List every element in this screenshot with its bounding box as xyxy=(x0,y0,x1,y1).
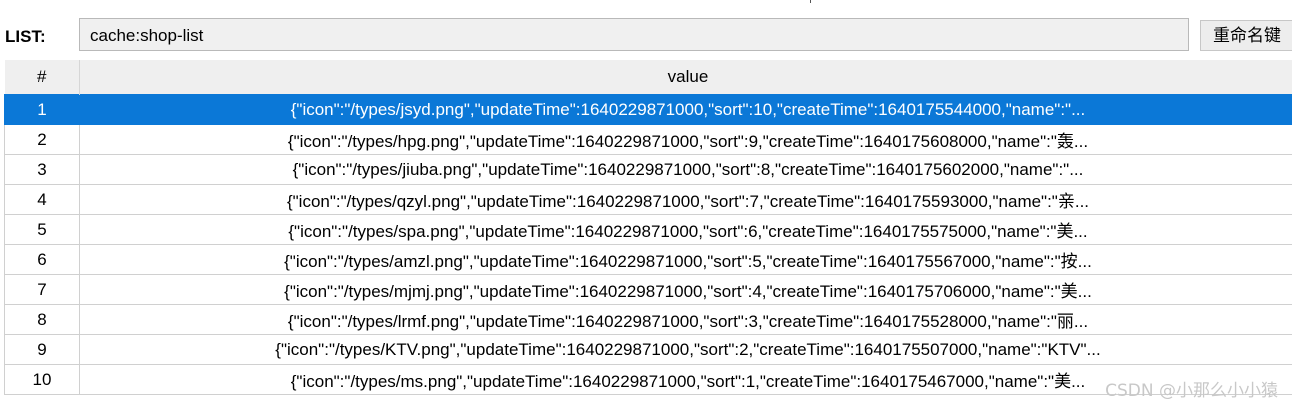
row-index-cell[interactable]: 6 xyxy=(4,244,80,275)
row-value-cell[interactable]: {"icon":"/types/jsyd.png","updateTime":1… xyxy=(79,94,1292,125)
row-index-cell[interactable]: 10 xyxy=(4,364,80,395)
row-index-cell[interactable]: 5 xyxy=(4,214,80,245)
row-index-cell[interactable]: 3 xyxy=(4,154,80,185)
row-index-cell[interactable]: 7 xyxy=(4,274,80,305)
row-index-cell[interactable]: 4 xyxy=(4,184,80,215)
row-value-cell[interactable]: {"icon":"/types/amzl.png","updateTime":1… xyxy=(79,244,1292,275)
top-divider xyxy=(810,0,817,3)
column-header-value[interactable]: value xyxy=(79,60,1292,95)
watermark-text: CSDN @小那么小小猿 xyxy=(1105,381,1278,401)
row-value-cell[interactable]: {"icon":"/types/jiuba.png","updateTime":… xyxy=(79,154,1292,185)
row-index-cell[interactable]: 1 xyxy=(4,94,80,125)
table-row[interactable]: 7 {"icon":"/types/mjmj.png","updateTime":… xyxy=(4,274,1292,305)
table-row[interactable]: 9 {"icon":"/types/KTV.png","updateTime":1… xyxy=(4,334,1292,365)
key-name-input[interactable]: cache:shop-list xyxy=(79,18,1189,51)
key-header: LIST: cache:shop-list 重命名键 xyxy=(0,16,1292,56)
table-row[interactable]: 2 {"icon":"/types/hpg.png","updateTime":1… xyxy=(4,124,1292,155)
column-header-index[interactable]: # xyxy=(4,60,80,95)
table-row[interactable]: 3 {"icon":"/types/jiuba.png","updateTime"… xyxy=(4,154,1292,185)
row-value-cell[interactable]: {"icon":"/types/KTV.png","updateTime":16… xyxy=(79,334,1292,365)
table-row[interactable]: 6 {"icon":"/types/amzl.png","updateTime":… xyxy=(4,244,1292,275)
row-value-cell[interactable]: {"icon":"/types/mjmj.png","updateTime":1… xyxy=(79,274,1292,305)
table-row[interactable]: 5 {"icon":"/types/spa.png","updateTime":1… xyxy=(4,214,1292,245)
rename-key-button[interactable]: 重命名键 xyxy=(1200,20,1292,51)
row-value-cell[interactable]: {"icon":"/types/lrmf.png","updateTime":1… xyxy=(79,304,1292,335)
table-row[interactable]: 1 {"icon":"/types/jsyd.png","updateTime":… xyxy=(4,94,1292,125)
table-header-row: # value xyxy=(4,60,1292,95)
table-row[interactable]: 10 {"icon":"/types/ms.png","updateTime":1… xyxy=(4,364,1292,395)
list-type-label: LIST: xyxy=(5,27,46,46)
row-value-cell[interactable]: {"icon":"/types/qzyl.png","updateTime":1… xyxy=(79,184,1292,215)
row-value-cell[interactable]: {"icon":"/types/spa.png","updateTime":16… xyxy=(79,214,1292,245)
list-values-table: # value 1 {"icon":"/types/jsyd.png","upda… xyxy=(4,60,1292,395)
row-value-cell[interactable]: {"icon":"/types/hpg.png","updateTime":16… xyxy=(79,124,1292,155)
row-index-cell[interactable]: 2 xyxy=(4,124,80,155)
row-index-cell[interactable]: 9 xyxy=(4,334,80,365)
table-row[interactable]: 8 {"icon":"/types/lrmf.png","updateTime":… xyxy=(4,304,1292,335)
table-row[interactable]: 4 {"icon":"/types/qzyl.png","updateTime":… xyxy=(4,184,1292,215)
row-index-cell[interactable]: 8 xyxy=(4,304,80,335)
